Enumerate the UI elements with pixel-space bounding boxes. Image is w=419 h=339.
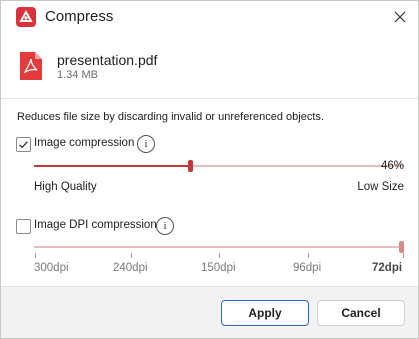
dpi-slider-thumb[interactable]: [399, 241, 404, 253]
dpi-option-72: 72dpi: [372, 262, 403, 274]
tick-mark: [308, 253, 309, 258]
dpi-option-300: 300dpi: [34, 262, 69, 274]
dpi-option-96: 96dpi: [293, 262, 322, 274]
quality-slider-fill: [34, 165, 190, 167]
low-size-label: Low Size: [357, 181, 404, 193]
tick-mark: [35, 253, 36, 258]
info-icon[interactable]: i: [156, 217, 174, 235]
info-icon[interactable]: i: [137, 135, 155, 153]
dialog-footer: Apply Cancel: [1, 287, 418, 338]
image-compression-label: Image compression: [34, 137, 135, 149]
tick-mark: [131, 253, 132, 258]
high-quality-label: High Quality: [34, 181, 97, 193]
apply-button[interactable]: Apply: [221, 300, 309, 326]
checkmark-icon: [19, 141, 28, 149]
dpi-compression-checkbox[interactable]: [16, 219, 31, 234]
dpi-option-240: 240dpi: [113, 262, 148, 274]
pdf-file-icon: [20, 52, 42, 85]
compress-dialog: Compress presentation.pdf 1.34 MB Reduce…: [0, 0, 419, 339]
quality-percent: 46%: [380, 160, 404, 172]
dpi-compression-label: Image DPI compression: [34, 219, 157, 231]
quality-slider-thumb[interactable]: [188, 160, 193, 172]
file-size: 1.34 MB: [57, 69, 98, 81]
dialog-title: Compress: [45, 8, 114, 25]
close-icon: [394, 11, 406, 23]
pdf-app-icon: [16, 7, 36, 27]
cancel-button[interactable]: Cancel: [317, 300, 405, 326]
image-compression-checkbox[interactable]: [16, 137, 31, 152]
title-bar: Compress: [1, 1, 418, 34]
file-name: presentation.pdf: [57, 52, 158, 68]
description-text: Reduces file size by discarding invalid …: [17, 111, 324, 123]
divider: [1, 98, 418, 99]
dpi-option-150: 150dpi: [201, 262, 236, 274]
close-button[interactable]: [388, 5, 412, 29]
dpi-slider-track[interactable]: [34, 246, 404, 248]
tick-mark: [219, 253, 220, 258]
tick-mark: [403, 253, 404, 258]
